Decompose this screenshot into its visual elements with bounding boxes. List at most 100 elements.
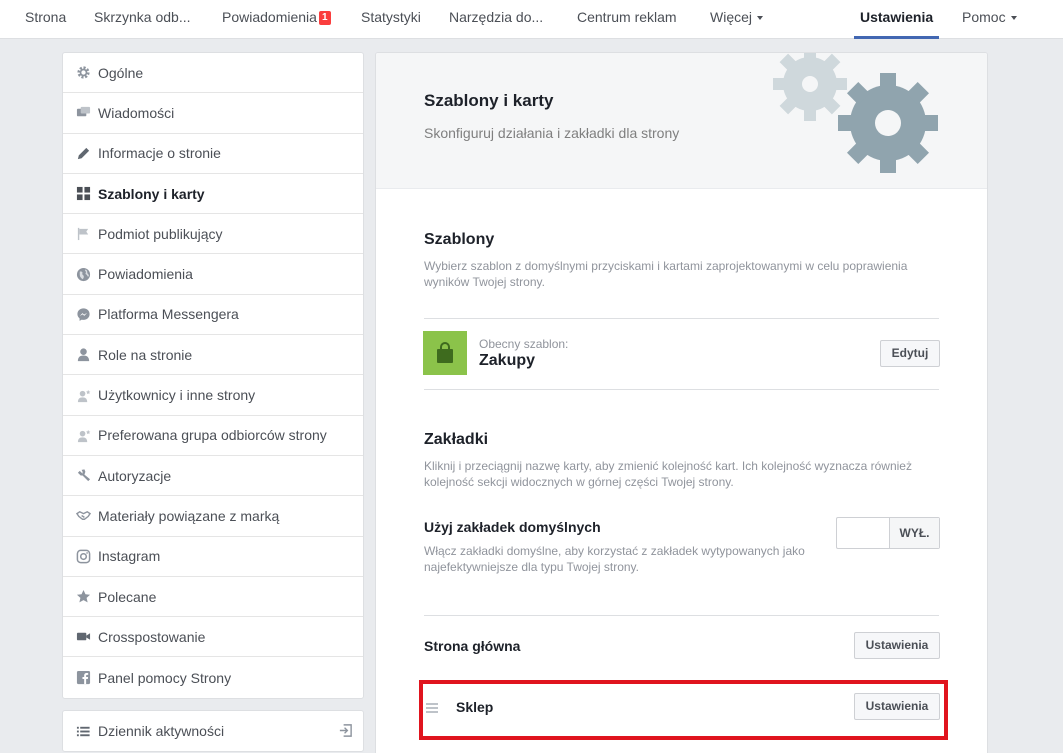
current-template-label: Obecny szablon:	[479, 337, 569, 351]
star-icon	[75, 589, 91, 605]
messages-icon	[75, 105, 91, 121]
sidebar-item-label: Instagram	[98, 548, 161, 565]
sidebar-item-label: Użytkownicy i inne strony	[98, 387, 256, 404]
sidebar-item-wiadomosci[interactable]: Wiadomości	[63, 93, 363, 134]
grid-icon	[75, 186, 91, 202]
tab-label: Pomoc	[962, 9, 1006, 25]
tab-skrzynka[interactable]: Skrzynka odb...	[94, 0, 191, 39]
sidebar-item-label: Podmiot publikujący	[98, 225, 223, 242]
tab-label: Więcej	[710, 9, 753, 25]
messenger-icon	[75, 306, 91, 322]
sidebar-item-powiadomienia[interactable]: Powiadomienia	[63, 254, 363, 295]
sidebar-item-label: Crosspostowanie	[98, 628, 206, 645]
template-thumbnail	[423, 331, 467, 375]
sidebar-item-materialy[interactable]: Materiały powiązane z marką	[63, 496, 363, 537]
default-tabs-description: Włącz zakładki domyślne, aby korzystać z…	[424, 544, 805, 574]
caret-down-icon	[757, 16, 764, 20]
notification-badge: 1	[318, 11, 331, 25]
default-tabs-title: Użyj zakładek domyślnych	[424, 519, 601, 535]
shopping-bag-icon	[437, 342, 453, 363]
page-title: Szablony i karty	[424, 91, 554, 110]
highlight-box	[419, 680, 948, 740]
tab-wiecej[interactable]: Więcej	[710, 0, 764, 39]
sidebar-item-panel-pomocy[interactable]: Panel pomocy Strony	[63, 657, 363, 697]
sidebar-item-label: Powiadomienia	[98, 266, 193, 283]
tab-label: Centrum reklam	[577, 9, 677, 25]
wrench-icon	[75, 468, 91, 484]
sidebar-item-label: Ogólne	[98, 64, 144, 81]
sidebar-item-label: Informacje o stronie	[98, 145, 221, 162]
sidebar-item-label: Materiały powiązane z marką	[98, 507, 280, 524]
globe-icon	[75, 266, 91, 282]
sidebar-item-ogolne[interactable]: Ogólne	[63, 53, 363, 94]
caret-down-icon	[1010, 16, 1017, 20]
open-external-icon	[338, 723, 353, 741]
person-icon	[75, 347, 91, 363]
sidebar-item-label: Platforma Messengera	[98, 306, 239, 323]
instagram-icon	[75, 548, 91, 564]
sidebar-item-instagram[interactable]: Instagram	[63, 537, 363, 577]
sidebar-item-label: Preferowana grupa odbiorców strony	[98, 427, 327, 444]
tab-label: Narzędzia do...	[449, 9, 544, 25]
settings-sidebar: Ogólne Wiadomości Informacje o stronie S…	[62, 52, 364, 699]
sidebar-item-uzytkownicy[interactable]: Użytkownicy i inne strony	[63, 375, 363, 416]
person-star-icon	[75, 387, 91, 403]
person-star-icon	[75, 427, 91, 443]
tab-centrum-reklam[interactable]: Centrum reklam	[577, 0, 677, 39]
tabs-section-title: Zakładki	[424, 431, 489, 448]
gears-illustration-icon	[773, 53, 938, 173]
divider	[424, 389, 939, 390]
page-header: Szablony i karty Skonfiguruj działania i…	[376, 53, 987, 189]
divider	[424, 615, 939, 616]
toggle-on-side	[837, 518, 890, 548]
tab-pomoc[interactable]: Pomoc	[962, 0, 1017, 39]
top-navigation: Strona Skrzynka odb... Powiadomienia 1 St…	[0, 0, 1063, 39]
current-template-name: Zakupy	[479, 352, 536, 369]
flag-icon	[75, 226, 91, 242]
sidebar-item-messenger[interactable]: Platforma Messengera	[63, 295, 363, 336]
sidebar-item-informacje[interactable]: Informacje o stronie	[63, 134, 363, 174]
tab-label: Ustawienia	[860, 9, 934, 25]
pencil-icon	[75, 145, 91, 161]
tab-settings-button[interactable]: Ustawienia	[854, 632, 940, 659]
activity-log-link[interactable]: Dziennik aktywności	[62, 710, 364, 752]
templates-section-description: Wybierz szablon z domyślnymi przyciskami…	[424, 259, 908, 289]
sidebar-item-role[interactable]: Role na stronie	[63, 335, 363, 376]
video-camera-icon	[75, 629, 91, 645]
sidebar-item-crosspostowanie[interactable]: Crosspostowanie	[63, 617, 363, 658]
list-icon	[75, 723, 91, 739]
tab-strona[interactable]: Strona	[25, 0, 66, 39]
main-panel: Szablony i karty Skonfiguruj działania i…	[375, 52, 988, 753]
sidebar-item-label: Panel pomocy Strony	[98, 669, 232, 686]
sidebar-item-label: Wiadomości	[98, 104, 175, 121]
tab-statystyki[interactable]: Statystyki	[361, 0, 421, 39]
sidebar-item-label: Role na stronie	[98, 346, 193, 363]
tab-powiadomienia[interactable]: Powiadomienia 1	[222, 0, 331, 39]
toggle-off-label: WYŁ.	[890, 518, 939, 548]
activity-log-label: Dziennik aktywności	[98, 723, 225, 739]
handshake-icon	[75, 508, 91, 524]
sidebar-item-grupa-odbiorcow[interactable]: Preferowana grupa odbiorców strony	[63, 416, 363, 456]
templates-section-title: Szablony	[424, 231, 495, 248]
tab-label: Statystyki	[361, 9, 421, 25]
page-subtitle: Skonfiguruj działania i zakładki dla str…	[424, 125, 680, 141]
edit-template-button[interactable]: Edytuj	[880, 340, 940, 367]
sidebar-item-szablony[interactable]: Szablony i karty	[63, 174, 363, 215]
facebook-icon	[75, 670, 91, 686]
tab-label: Powiadomienia	[222, 9, 317, 25]
sidebar-item-label: Autoryzacje	[98, 467, 172, 484]
tab-row-name[interactable]: Strona główna	[424, 638, 520, 654]
tab-ustawienia[interactable]: Ustawienia	[854, 0, 940, 39]
sidebar-item-polecane[interactable]: Polecane	[63, 577, 363, 618]
sidebar-item-podmiot[interactable]: Podmiot publikujący	[63, 214, 363, 255]
divider	[424, 318, 939, 319]
sidebar-item-label: Szablony i karty	[98, 185, 205, 202]
default-tabs-toggle[interactable]: WYŁ.	[836, 517, 940, 549]
tab-label: Skrzynka odb...	[94, 9, 191, 25]
sidebar-item-autoryzacje[interactable]: Autoryzacje	[63, 456, 363, 497]
gear-icon	[75, 65, 91, 81]
tab-narzedzia[interactable]: Narzędzia do...	[449, 0, 543, 39]
tabs-section-description: Kliknij i przeciągnij nazwę karty, aby z…	[424, 459, 912, 489]
tab-label: Strona	[25, 9, 67, 25]
sidebar-item-label: Polecane	[98, 588, 157, 605]
